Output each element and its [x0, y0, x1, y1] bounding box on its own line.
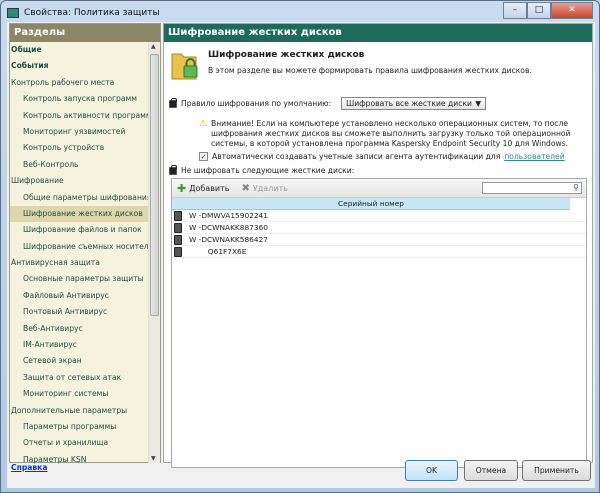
window-title: Свойства: Политика защиты	[24, 8, 160, 18]
apply-button[interactable]: Применить	[522, 460, 591, 481]
sidebar-item[interactable]: Мониторинг системы	[10, 386, 148, 402]
sidebar-item[interactable]: IM-Антивирус	[10, 337, 148, 353]
title-bar: Свойства: Политика защиты	[7, 5, 160, 21]
sidebar-item[interactable]: События	[10, 58, 148, 74]
panel-header: Шифрование жестких дисков	[164, 24, 592, 42]
chevron-down-icon: ▼	[475, 99, 482, 108]
app-icon	[7, 8, 19, 18]
close-button[interactable]: ✕	[551, 2, 593, 19]
exclude-label: Не шифровать следующие жесткие диски:	[181, 166, 355, 175]
sidebar-item[interactable]: Шифрование	[10, 173, 148, 189]
sidebar-item[interactable]: Шифрование жестких дисков	[10, 205, 148, 223]
table-toolbar: ✚ Добавить ✖ Удалить ⚲	[172, 179, 586, 198]
users-link[interactable]: пользователей	[504, 152, 564, 161]
serial-number: W -DMWVA15902241	[189, 210, 268, 220]
sidebar-item[interactable]: Шифрование файлов и папок	[10, 222, 148, 238]
table-row[interactable]: W -DMWVA15902241	[172, 210, 586, 222]
sidebar-item[interactable]: Веб-Антивирус	[10, 321, 148, 337]
sidebar-item[interactable]: Общие	[10, 42, 148, 58]
sidebar-item[interactable]: Шифрование съемных носителей	[10, 239, 158, 255]
add-button[interactable]: ✚ Добавить	[177, 182, 230, 195]
encrypted-folder-icon	[171, 53, 198, 80]
serial-number: Q61F7X6E	[189, 246, 247, 256]
sidebar-item[interactable]: Контроль рабочего места	[10, 75, 148, 91]
table-row[interactable]: W -DCWNAKK586427	[172, 234, 586, 246]
plus-icon: ✚	[177, 181, 187, 195]
sidebar-item[interactable]: Почтовый Антивирус	[10, 304, 148, 320]
section-description: В этом разделе вы можете формировать пра…	[208, 66, 532, 75]
sidebar-item[interactable]: Параметры программы	[10, 419, 148, 435]
sidebar-item[interactable]: Дополнительные параметры	[10, 403, 148, 419]
sidebar-item[interactable]: Основные параметры защиты	[10, 271, 148, 287]
maximize-button[interactable]: □	[527, 2, 551, 19]
sidebar-item[interactable]: Защита от сетевых атак	[10, 370, 148, 386]
serial-number: W -DCWNAKK887360	[189, 222, 268, 232]
sidebar-header: Разделы	[10, 24, 160, 42]
auto-create-checkbox[interactable]: ✓	[199, 152, 208, 161]
main-panel: Шифрование жестких дисков Шифрование жес…	[163, 23, 593, 468]
sidebar-item[interactable]: Файловый Антивирус	[10, 288, 148, 304]
delete-icon: ✖	[241, 182, 250, 194]
sidebar-item[interactable]: Общие параметры шифрования	[10, 190, 151, 206]
sidebar-item[interactable]: Веб-Контроль	[10, 157, 148, 173]
lock-icon[interactable]	[169, 97, 177, 108]
minimize-button[interactable]: –	[503, 2, 527, 19]
serial-number: W -DCWNAKK586427	[189, 234, 268, 244]
sidebar-scrollbar[interactable]: ▲ ▼	[148, 42, 160, 463]
help-link[interactable]: Справка	[11, 463, 47, 472]
delete-label: Удалить	[252, 183, 288, 193]
sidebar-list: Общие События Контроль рабочего места Контр…	[10, 42, 158, 468]
sidebar-item[interactable]: Отчеты и хранилища	[10, 435, 148, 451]
dialog-window: Свойства: Политика защиты – □ ✕ Разделы …	[0, 0, 600, 493]
column-header-serial[interactable]: Серийный номер	[172, 198, 570, 210]
warning-message: ⚠ Внимание! Если на компьютере установле…	[199, 119, 581, 149]
search-input[interactable]: ⚲	[482, 182, 582, 194]
sections-sidebar: Разделы Общие События Контроль рабочего ме…	[9, 23, 161, 464]
table-row[interactable]: W -DCWNAKK887360	[172, 222, 586, 234]
scroll-thumb[interactable]	[150, 54, 159, 316]
warning-icon: ⚠	[199, 119, 208, 129]
sidebar-item[interactable]: Контроль запуска программ	[10, 91, 148, 107]
rule-value: Шифровать все жесткие диски	[346, 99, 472, 108]
search-icon: ⚲	[573, 183, 579, 192]
hard-disk-icon	[174, 246, 182, 257]
sidebar-item[interactable]: Мониторинг уязвимостей	[10, 124, 148, 140]
scroll-down-icon[interactable]: ▼	[151, 455, 156, 462]
section-title: Шифрование жестких дисков	[208, 50, 365, 60]
table-row[interactable]: Q61F7X6E	[172, 246, 586, 258]
lock-icon[interactable]	[169, 164, 177, 175]
hard-disk-icon	[174, 210, 182, 221]
auto-create-label: Автоматически создавать учетные записи а…	[212, 152, 501, 161]
warning-text: Внимание! Если на компьютере установлено…	[211, 119, 571, 148]
add-label: Добавить	[189, 183, 230, 193]
sidebar-item[interactable]: Антивирусная защита	[10, 255, 148, 271]
delete-button[interactable]: ✖ Удалить	[242, 183, 288, 194]
excluded-disks-table: ✚ Добавить ✖ Удалить ⚲ Серийный номер W -D…	[171, 178, 587, 468]
hard-disk-icon	[174, 234, 182, 245]
scroll-up-icon[interactable]: ▲	[151, 43, 156, 50]
sidebar-item[interactable]: Сетевой экран	[10, 353, 148, 369]
encryption-rule-select[interactable]: Шифровать все жесткие диски ▼	[341, 97, 487, 110]
rule-label: Правило шифрования по умолчанию:	[181, 99, 332, 108]
hard-disk-icon	[174, 222, 182, 233]
ok-button[interactable]: OK	[405, 460, 458, 481]
sidebar-item[interactable]: Контроль устройств	[10, 140, 148, 156]
sidebar-item[interactable]: Контроль активности программ	[10, 108, 152, 124]
cancel-button[interactable]: Отмена	[464, 460, 518, 481]
